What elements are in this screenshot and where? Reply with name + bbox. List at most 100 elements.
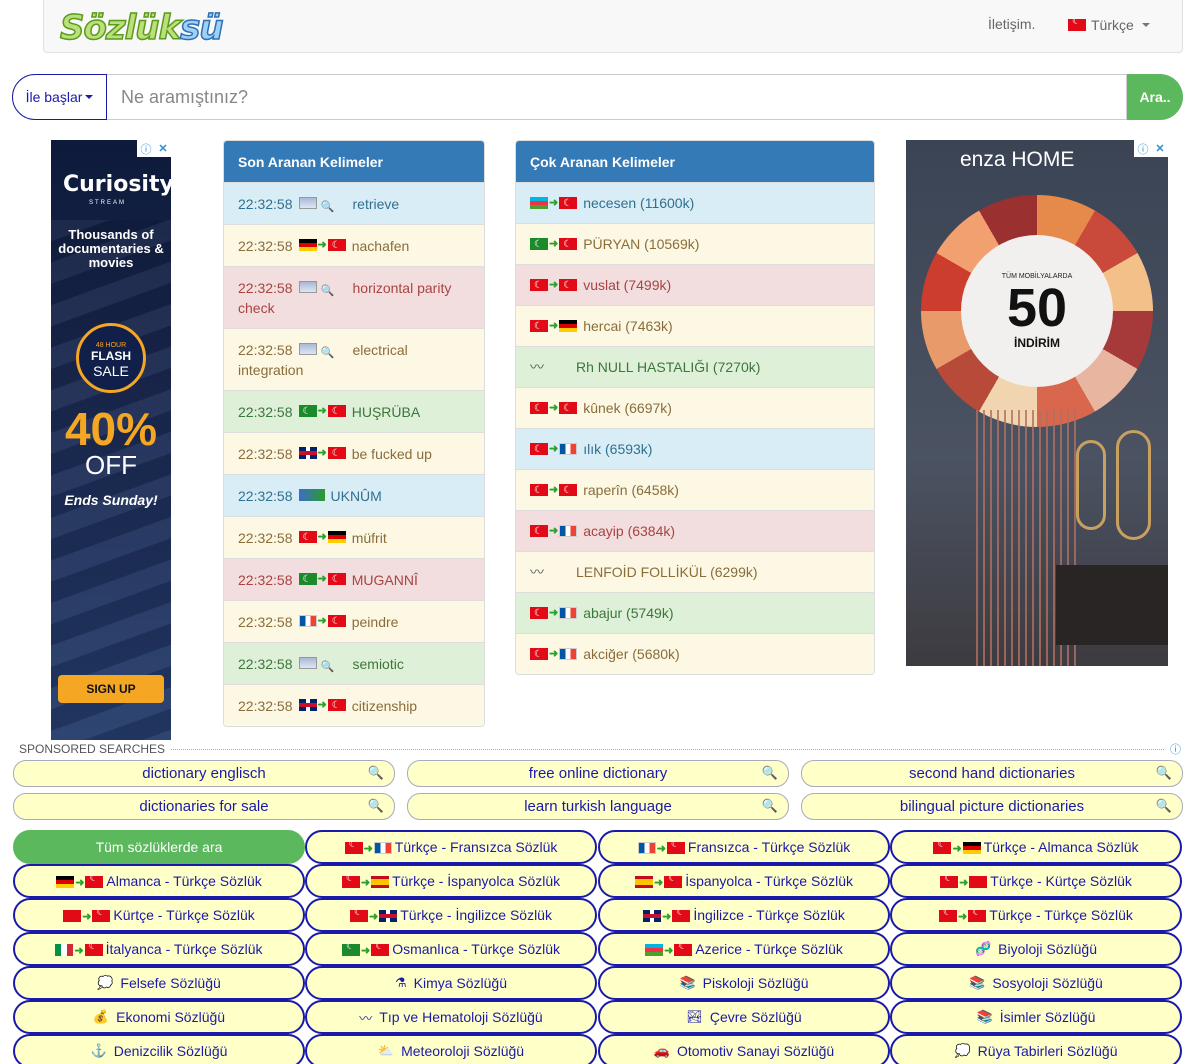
recent-search-row[interactable]: 22:32:58 🔍 semiotic — [224, 642, 484, 684]
recent-search-row[interactable]: 22:32:58 ➜ MUGANNÎ — [224, 558, 484, 600]
turkey-flag-icon — [344, 839, 363, 855]
dictionary-link[interactable]: ➜ Kürtçe - Türkçe Sözlük — [13, 898, 305, 932]
dictionary-link[interactable]: ➜ Almanca - Türkçe Sözlük — [13, 864, 305, 898]
recent-search-row[interactable]: 22:32:58 ➜ nachafen — [224, 224, 484, 266]
popular-search-row[interactable]: ➜ raperîn (6458k) — [516, 469, 874, 510]
recent-search-row[interactable]: 22:32:58 🔍 retrieve — [224, 182, 484, 224]
search-all-dictionaries-button[interactable]: Tüm sözlüklerde ara — [13, 830, 305, 864]
dictionary-link[interactable]: 〰 Tıp ve Hematoloji Sözlüğü — [305, 1000, 597, 1034]
recent-searches-list: 22:32:58🔍retrieve22:32:58➜nachafen22:32:… — [224, 182, 484, 726]
magnifier-icon: 🔍 — [320, 201, 335, 213]
books-icon: 📚 — [679, 975, 696, 990]
ad-badge-top: 48 HOUR — [95, 342, 127, 349]
dictionary-link[interactable]: ⚗ Kimya Sözlüğü — [305, 966, 597, 1000]
popular-search-row[interactable]: 〰 Rh NULL HASTALIĞI (7270k) — [516, 346, 874, 387]
dictionary-link[interactable]: 🧬 Biyoloji Sözlüğü — [890, 932, 1182, 966]
magnifier-icon: 🔍 — [320, 661, 335, 673]
arrow-right-icon: ➜ — [317, 239, 327, 251]
search-icon: 🔍 — [367, 798, 384, 813]
dictionary-link[interactable]: 💭 Felsefe Sözlüğü — [13, 966, 305, 1000]
language-pair-icons: ➜ — [341, 873, 390, 889]
recent-search-row[interactable]: 22:32:58 ➜ citizenship — [224, 684, 484, 726]
dictionary-link[interactable]: ➜ Türkçe - Kürtçe Sözlük — [890, 864, 1182, 898]
dictionary-link[interactable]: ➜ Türkçe - İspanyolca Sözlük — [305, 864, 597, 898]
dictionary-link[interactable]: ➜ İngilizce - Türkçe Sözlük — [598, 898, 890, 932]
ad-right-banner[interactable]: enza HOME TÜM MOBİLYALARDA 50 İNDİRİM ⓘ ✕ — [906, 140, 1168, 666]
weather-icon: ⛅ — [377, 1043, 395, 1058]
popular-searches-list: ➜ necesen (11600k) ➜ PÜRYAN (10569k) ➜ vuslat… — [516, 182, 874, 674]
recent-search-row[interactable]: 22:32:58 ➜ HUŞRÜBA — [224, 390, 484, 432]
sponsored-search-button[interactable]: learn turkish language 🔍 — [407, 793, 789, 820]
dictionary-label: Tıp ve Hematoloji Sözlüğü — [379, 1009, 543, 1025]
dictionary-link[interactable]: 💭 Rüya Tabirleri Sözlüğü — [890, 1034, 1182, 1064]
dictionary-link[interactable]: ⚓ Denizcilik Sözlüğü — [13, 1034, 305, 1064]
dictionary-link[interactable]: 🏞 Çevre Sözlüğü — [598, 1000, 890, 1034]
dictionary-link[interactable]: ➜ Türkçe - İngilizce Sözlük — [305, 898, 597, 932]
language-dropdown[interactable]: Türkçe — [1068, 16, 1150, 33]
ad-left-banner[interactable]: Curiosity STREAM Thousands of documentar… — [51, 140, 171, 740]
dictionary-label: Tüm sözlüklerde ara — [95, 839, 223, 855]
dictionary-link[interactable]: ➜ Osmanlıca - Türkçe Sözlük — [305, 932, 597, 966]
info-icon[interactable]: ⓘ — [1137, 141, 1148, 157]
popular-search-row[interactable]: ➜ abajur (5749k) — [516, 592, 874, 633]
france-flag-icon — [559, 525, 578, 537]
recent-search-row[interactable]: 22:32:58 ➜ be fucked up — [224, 432, 484, 474]
ad-choices[interactable]: ⓘ ✕ — [137, 140, 171, 157]
sponsored-search-button[interactable]: bilingual picture dictionaries 🔍 — [801, 793, 1183, 820]
sponsored-search-button[interactable]: dictionary englisch 🔍 — [13, 760, 395, 787]
recent-search-row[interactable]: 22:32:58 ➜ peindre — [224, 600, 484, 642]
popular-search-row[interactable]: 〰 LENFOİD FOLLİKÜL (6299k) — [516, 551, 874, 592]
popular-search-row[interactable]: ➜ acayip (6384k) — [516, 510, 874, 551]
dictionary-link[interactable]: 📚 Piskoloji Sözlüğü — [598, 966, 890, 1000]
dictionary-link[interactable]: 📚 İsimler Sözlüğü — [890, 1000, 1182, 1034]
search-input[interactable] — [107, 74, 1127, 120]
sponsored-search-button[interactable]: dictionaries for sale 🔍 — [13, 793, 395, 820]
arrow-right-icon: ➜ — [360, 945, 371, 957]
dictionary-link[interactable]: ➜ Türkçe - Fransızca Sözlük — [305, 830, 597, 864]
arrow-right-icon: ➜ — [549, 197, 559, 209]
arrow-right-icon: ➜ — [664, 945, 674, 957]
dictionary-link[interactable]: ➜ Fransızca - Türkçe Sözlük — [598, 830, 890, 864]
arrow-right-icon: ➜ — [959, 877, 969, 889]
dictionary-link[interactable]: ➜ Türkçe - Almanca Sözlük — [890, 830, 1182, 864]
sponsored-search-button[interactable]: free online dictionary 🔍 — [407, 760, 789, 787]
ad-choices[interactable]: ⓘ ✕ — [1134, 140, 1168, 157]
popular-search-row[interactable]: ➜ hercai (7463k) — [516, 305, 874, 346]
site-logo[interactable]: Sözlüksü — [59, 7, 224, 49]
contact-link[interactable]: İletişim. — [988, 16, 1035, 32]
popular-search-row[interactable]: ➜ vuslat (7499k) — [516, 264, 874, 305]
recent-search-row[interactable]: 22:32:58 ➜ müfrit — [224, 516, 484, 558]
popular-search-row[interactable]: ➜ akciğer (5680k) — [516, 633, 874, 674]
popular-search-row[interactable]: ➜ kûnek (6697k) — [516, 387, 874, 428]
dictionary-link[interactable]: ➜ Azerice - Türkçe Sözlük — [598, 932, 890, 966]
close-icon[interactable]: ✕ — [1155, 142, 1164, 155]
dictionary-link[interactable]: ➜ İtalyanca - Türkçe Sözlük — [13, 932, 305, 966]
search-mode-dropdown[interactable]: İle başlar — [12, 74, 107, 120]
sponsored-search-button[interactable]: second hand dictionaries 🔍 — [801, 760, 1183, 787]
turkey-flag-icon — [530, 481, 548, 501]
arrow-right-icon: ➜ — [317, 447, 327, 459]
popular-search-row[interactable]: ➜ PÜRYAN (10569k) — [516, 223, 874, 264]
recent-search-row[interactable]: 22:32:58 🔍 horizontal parity check — [224, 266, 484, 328]
search-time: 22:32:58 — [238, 572, 293, 588]
info-icon[interactable]: ⓘ — [1170, 741, 1181, 757]
close-icon[interactable]: ✕ — [158, 142, 167, 155]
dictionary-link[interactable]: 💰 Ekonomi Sözlüğü — [13, 1000, 305, 1034]
search-button[interactable]: Ara.. — [1127, 74, 1183, 120]
dictionary-link[interactable]: ⛅ Meteoroloji Sözlüğü — [305, 1034, 597, 1064]
flask-icon: ⚗ — [394, 975, 407, 990]
dictionary-label: Almanca - Türkçe Sözlük — [106, 873, 262, 889]
dictionary-link[interactable]: 📚 Sosyoloji Sözlüğü — [890, 966, 1182, 1000]
recent-search-row[interactable]: 22:32:58 🔍 electrical integration — [224, 328, 484, 390]
recent-search-row[interactable]: 22:32:58 UKNÛM — [224, 474, 484, 516]
ad-signup-button[interactable]: SIGN UP — [58, 675, 164, 703]
popular-search-row[interactable]: ➜ necesen (11600k) — [516, 182, 874, 223]
search-bar: İle başlar Ara.. — [12, 74, 1183, 120]
dictionary-label: İtalyanca - Türkçe Sözlük — [105, 941, 263, 957]
dictionary-link[interactable]: 🚗 Otomotiv Sanayi Sözlüğü — [598, 1034, 890, 1064]
info-icon[interactable]: ⓘ — [140, 141, 151, 157]
popular-search-row[interactable]: ➜ ılık (6593k) — [516, 428, 874, 469]
dictionary-link[interactable]: ➜ İspanyolca - Türkçe Sözlük — [598, 864, 890, 898]
dictionary-link[interactable]: ➜ Türkçe - Türkçe Sözlük — [890, 898, 1182, 932]
turkey-flag-icon — [327, 402, 346, 422]
